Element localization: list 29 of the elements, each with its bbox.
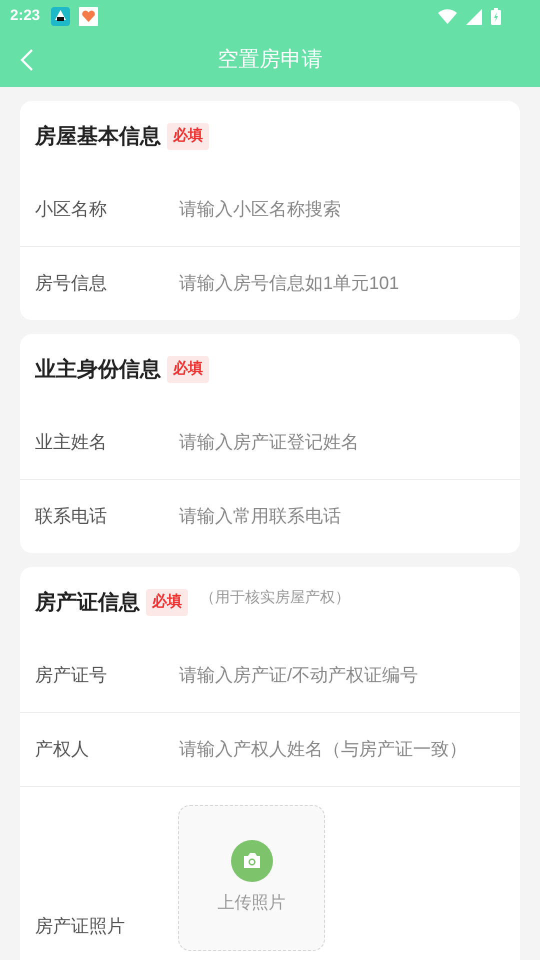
- required-badge: 必填: [167, 123, 209, 150]
- battery-icon: [491, 8, 501, 25]
- input-field[interactable]: 请输入小区名称搜索: [179, 196, 505, 222]
- input-field[interactable]: 请输入房产证/不动产权证编号: [179, 662, 505, 688]
- page-title: 空置房申请: [218, 47, 322, 74]
- status-time: 2:23: [10, 6, 40, 26]
- input-field[interactable]: 请输入房号信息如1单元101: [179, 270, 505, 297]
- section-title: 房产证信息: [35, 590, 140, 616]
- input-field[interactable]: 请输入产权人姓名（与房产证一致）: [179, 736, 505, 763]
- field-label: 联系电话: [35, 505, 108, 528]
- field-label: 产权人: [35, 738, 90, 761]
- field-label: 业主姓名: [35, 430, 108, 454]
- upload-photo-button[interactable]: 上传照片: [178, 805, 325, 951]
- wifi-icon: [438, 9, 457, 24]
- section-note: （用于核实房屋产权）: [200, 588, 350, 608]
- field-label: 房产证照片: [35, 915, 126, 938]
- field-label: 房产证号: [35, 664, 108, 686]
- input-field[interactable]: 请输入房产证登记姓名: [179, 428, 505, 456]
- camera-icon: [230, 840, 272, 882]
- section-title: 业主身份信息: [35, 356, 161, 383]
- field-label: 房号信息: [35, 272, 108, 295]
- field-label: 小区名称: [35, 198, 108, 220]
- heart-notification-icon: [79, 7, 98, 26]
- section-title: 房屋基本信息: [35, 124, 161, 150]
- signal-icon: [466, 8, 482, 24]
- required-badge: 必填: [146, 589, 188, 616]
- required-badge: 必填: [167, 356, 209, 383]
- input-field[interactable]: 请输入常用联系电话: [179, 503, 505, 530]
- app-notification-icon: [51, 7, 70, 26]
